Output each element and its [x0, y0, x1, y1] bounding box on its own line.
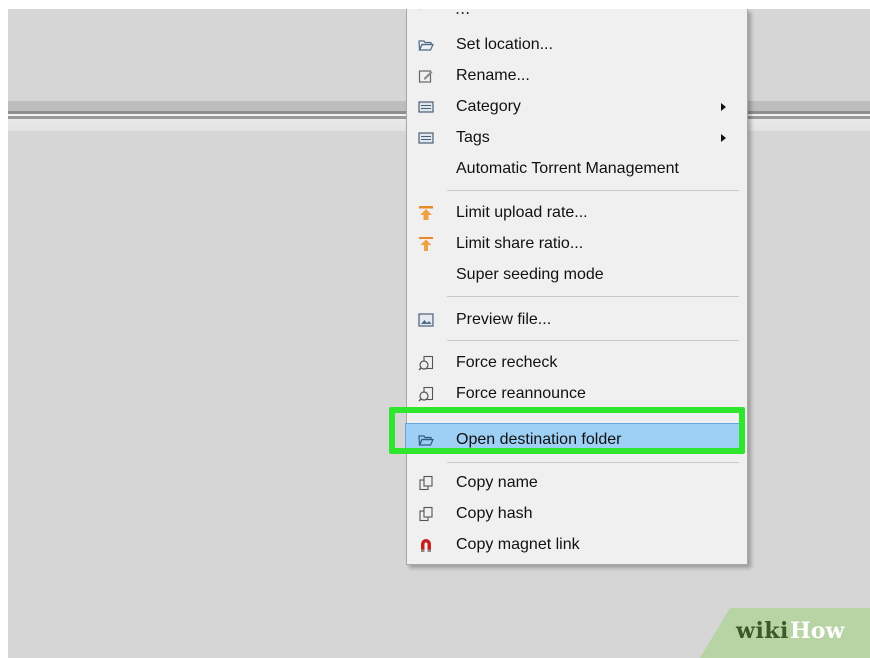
- menu-item-limit-upload-rate[interactable]: Limit upload rate...: [407, 198, 747, 228]
- copy-icon: [418, 506, 434, 522]
- recheck-icon: [418, 355, 434, 371]
- context-menu: ▾ ... Set location... Rename... Category: [405, 9, 748, 565]
- copy-icon: [418, 475, 434, 491]
- menu-separator: [447, 296, 739, 297]
- menu-item-label: Force recheck: [456, 354, 558, 371]
- menu-item-force-recheck[interactable]: Force recheck: [407, 348, 747, 378]
- magnet-icon: [418, 537, 434, 553]
- menu-item-label: Category: [456, 98, 521, 115]
- folder-open-icon: [418, 37, 434, 53]
- menu-item-label: Automatic Torrent Management: [456, 160, 679, 177]
- preview-icon: [418, 312, 434, 328]
- menu-item-partial-label: ...: [455, 9, 470, 18]
- menu-item-copy-magnet-link[interactable]: Copy magnet link: [407, 530, 747, 560]
- menu-item-tags[interactable]: Tags: [407, 123, 747, 153]
- submenu-arrow-icon: [721, 134, 726, 142]
- menu-item-limit-share-ratio[interactable]: Limit share ratio...: [407, 229, 747, 259]
- menu-item-preview-file[interactable]: Preview file...: [407, 305, 747, 335]
- highlight-frame: [389, 407, 745, 454]
- upload-rate-icon: [418, 205, 434, 221]
- menu-item-automatic-torrent-management[interactable]: Automatic Torrent Management: [407, 154, 747, 184]
- menu-item-label: Tags: [456, 129, 490, 146]
- menu-item-category[interactable]: Category: [407, 92, 747, 122]
- app-background: ▾ ... Set location... Rename... Category: [8, 9, 870, 658]
- menu-item-rename[interactable]: Rename...: [407, 61, 747, 91]
- menu-item-copy-name[interactable]: Copy name: [407, 468, 747, 498]
- menu-item-partial[interactable]: ▾ ...: [407, 9, 747, 18]
- menu-item-label: Rename...: [456, 67, 530, 84]
- menu-item-label: Copy magnet link: [456, 536, 580, 553]
- menu-separator: [447, 340, 739, 341]
- menu-item-super-seeding-mode[interactable]: Super seeding mode: [407, 260, 747, 290]
- submenu-arrow-icon: [721, 103, 726, 111]
- watermark-wiki-text: wiki: [736, 618, 789, 644]
- menu-item-label: Set location...: [456, 36, 553, 53]
- menu-item-label: Preview file...: [456, 311, 552, 328]
- menu-item-copy-hash[interactable]: Copy hash: [407, 499, 747, 529]
- menu-item-label: Force reannounce: [456, 385, 586, 402]
- menu-item-set-location[interactable]: Set location...: [407, 30, 747, 60]
- menu-item-force-reannounce[interactable]: Force reannounce: [407, 379, 747, 409]
- menu-item-label: Copy hash: [456, 505, 533, 522]
- tags-icon: [418, 130, 434, 146]
- menu-item-label: Limit upload rate...: [456, 204, 588, 221]
- menu-item-label: Limit share ratio...: [456, 235, 584, 252]
- watermark-how-text: How: [790, 618, 845, 644]
- menu-separator: [447, 462, 739, 463]
- category-icon: [418, 99, 434, 115]
- menu-separator: [447, 190, 739, 191]
- reannounce-icon: [418, 386, 434, 402]
- rename-icon: [418, 68, 434, 84]
- wikihow-watermark: wiki How: [700, 608, 870, 658]
- menu-item-label: Super seeding mode: [456, 266, 604, 283]
- partial-icon: ▾: [417, 9, 431, 13]
- share-ratio-icon: [418, 236, 434, 252]
- menu-item-label: Copy name: [456, 474, 538, 491]
